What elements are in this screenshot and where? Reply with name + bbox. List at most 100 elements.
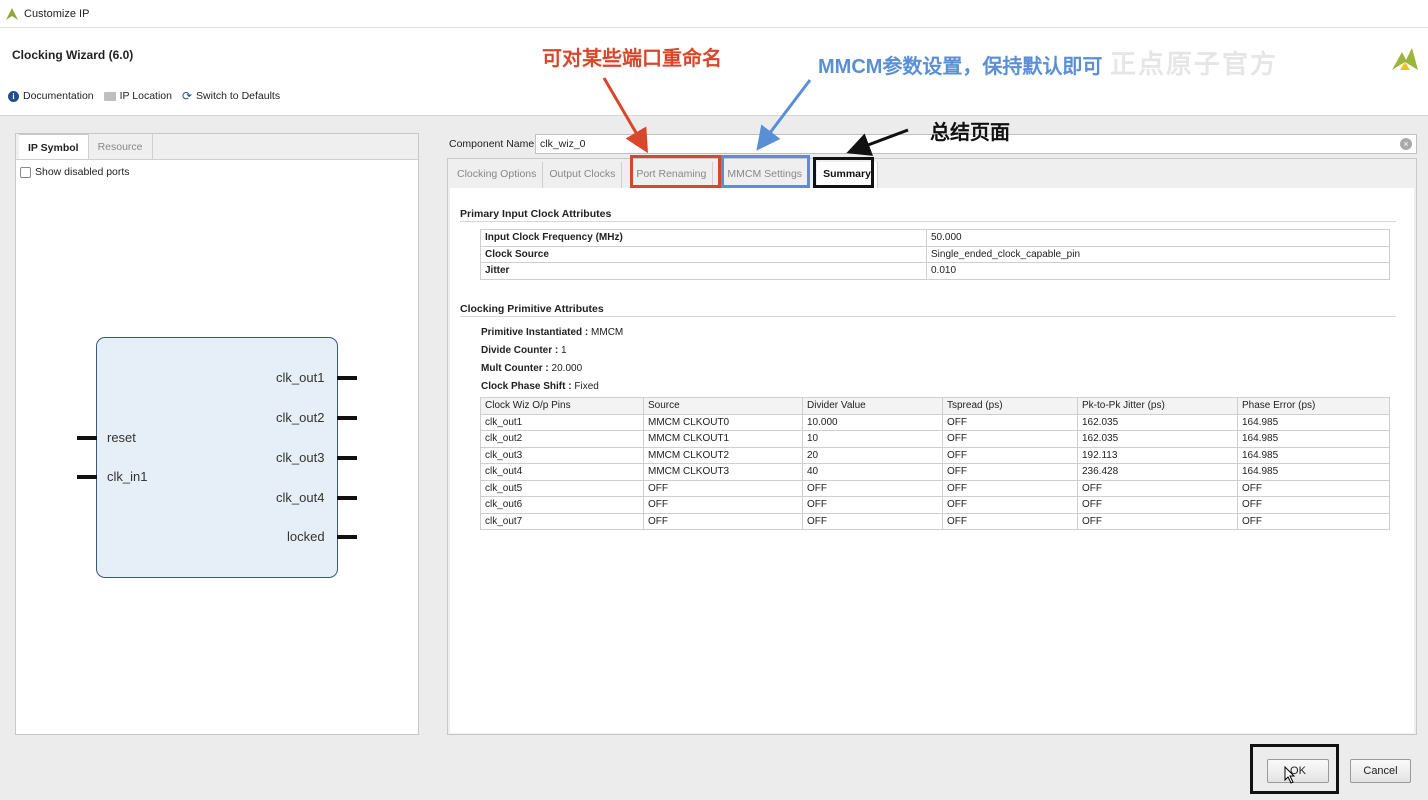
table-cell: OFF: [942, 496, 1078, 514]
table-cell: OFF: [802, 512, 943, 530]
tab-output-clocks[interactable]: Output Clocks: [543, 162, 623, 188]
switch-to-defaults-button[interactable]: ⟳ Switch to Defaults: [182, 90, 280, 102]
highlight-ok-button: [1250, 744, 1339, 794]
port-clk-out1: clk_out1: [276, 370, 325, 385]
divide-counter: Divide Counter : 1: [481, 345, 567, 356]
primitive-title: Clocking Primitive Attributes: [460, 303, 604, 315]
primitive-value: MMCM: [591, 327, 624, 338]
port-clk-in1: clk_in1: [107, 469, 148, 484]
table-cell: OFF: [942, 463, 1078, 481]
tab-ip-symbol[interactable]: IP Symbol: [19, 134, 89, 159]
clk-out2-pin: [337, 416, 357, 420]
port-clk-out3: clk_out3: [276, 450, 325, 465]
summary-content: Primary Input Clock Attributes Input Clo…: [450, 188, 1414, 733]
table-cell: clk_out3: [480, 446, 644, 464]
table-cell: MMCM CLKOUT1: [643, 430, 803, 448]
table-cell: OFF: [1077, 496, 1238, 514]
column-header: Tspread (ps): [942, 397, 1078, 415]
highlight-summary: [813, 157, 874, 188]
column-header: Clock Wiz O/p Pins: [480, 397, 644, 415]
table-cell: clk_out6: [480, 496, 644, 514]
table-cell: MMCM CLKOUT2: [643, 446, 803, 464]
column-header: Source: [643, 397, 803, 415]
port-locked: locked: [287, 529, 325, 544]
highlight-port-renaming: [630, 155, 721, 188]
table-cell: 164.985: [1237, 463, 1390, 481]
table-row: clk_out4 MMCM CLKOUT3 40 OFF 236.428 164.985: [480, 463, 1390, 481]
tab-resource[interactable]: Resource: [89, 134, 153, 159]
table-cell: 20: [802, 446, 943, 464]
table-cell: OFF: [942, 413, 1078, 431]
table-cell: OFF: [942, 446, 1078, 464]
config-panel: Clocking Options Output Clocks Port Rena…: [447, 158, 1417, 735]
table-row: clk_out2 MMCM CLKOUT1 10 OFF 162.035 164.985: [480, 430, 1390, 448]
column-header: Phase Error (ps): [1237, 397, 1390, 415]
attr-value: Single_ended_clock_capable_pin: [926, 245, 1390, 263]
table-row: clk_out6 OFF OFF OFF OFF OFF: [480, 496, 1390, 514]
config-tabs: Clocking Options Output Clocks Port Rena…: [448, 159, 1416, 188]
table-cell: clk_out7: [480, 512, 644, 530]
clk-out3-pin: [337, 456, 357, 460]
vivado-header-logo-icon: [1392, 48, 1418, 70]
table-cell: 164.985: [1237, 413, 1390, 431]
annotation-mmcm: MMCM参数设置，保持默认即可: [818, 56, 1103, 78]
table-cell: OFF: [942, 479, 1078, 497]
table-cell: clk_out4: [480, 463, 644, 481]
show-disabled-ports-toggle[interactable]: Show disabled ports: [20, 166, 130, 178]
table-cell: 162.035: [1077, 430, 1238, 448]
primary-input-title: Primary Input Clock Attributes: [460, 208, 612, 220]
clear-icon[interactable]: ×: [1400, 138, 1412, 150]
primitive-value: Fixed: [574, 381, 599, 392]
table-cell: OFF: [942, 430, 1078, 448]
table-cell: clk_out1: [480, 413, 644, 431]
section-divider: [460, 221, 1396, 222]
primitive-instantiated: Primitive Instantiated : MMCM: [481, 327, 623, 338]
table-row: Clock Source Single_ended_clock_capable_p…: [480, 245, 1390, 263]
port-reset: reset: [107, 430, 136, 445]
table-row: clk_out7 OFF OFF OFF OFF OFF: [480, 512, 1390, 530]
cancel-button[interactable]: Cancel: [1350, 759, 1411, 783]
table-row: clk_out5 OFF OFF OFF OFF OFF: [480, 479, 1390, 497]
table-cell: 164.985: [1237, 446, 1390, 464]
table-cell: 164.985: [1237, 430, 1390, 448]
ip-location-button[interactable]: IP Location: [103, 90, 172, 102]
column-header: Pk-to-Pk Jitter (ps): [1077, 397, 1238, 415]
table-cell: 162.035: [1077, 413, 1238, 431]
mult-counter: Mult Counter : 20.000: [481, 363, 582, 374]
refresh-icon: ⟳: [181, 89, 193, 103]
tab-clocking-options[interactable]: Clocking Options: [451, 162, 544, 188]
primitive-label: Divide Counter :: [481, 345, 559, 356]
dialog-footer: [0, 740, 1428, 800]
section-divider: [460, 316, 1396, 317]
watermark: 正点原子官方: [1109, 49, 1278, 79]
switch-to-defaults-label: Switch to Defaults: [196, 90, 281, 102]
table-row: Input Clock Frequency (MHz) 50.000: [480, 229, 1390, 247]
show-disabled-ports-label: Show disabled ports: [35, 166, 130, 178]
primitive-label: Clock Phase Shift :: [481, 381, 572, 392]
table-cell: OFF: [802, 479, 943, 497]
table-cell: OFF: [1237, 496, 1390, 514]
documentation-label: Documentation: [23, 90, 94, 102]
table-cell: OFF: [643, 512, 803, 530]
window-title: Customize IP: [24, 7, 90, 20]
clk-out4-pin: [337, 496, 357, 500]
vivado-logo-icon: [6, 7, 18, 20]
locked-pin: [337, 535, 357, 539]
show-disabled-ports-checkbox[interactable]: [20, 166, 31, 178]
documentation-button[interactable]: i Documentation: [8, 90, 94, 102]
table-cell: OFF: [1237, 512, 1390, 530]
table-cell: OFF: [643, 479, 803, 497]
table-cell: OFF: [1077, 479, 1238, 497]
table-cell: clk_out2: [480, 430, 644, 448]
annotation-summary: 总结页面: [930, 122, 1010, 144]
attr-value: 0.010: [926, 262, 1390, 280]
table-cell: 192.113: [1077, 446, 1238, 464]
clk-out1-pin: [337, 376, 357, 380]
table-row: clk_out1 MMCM CLKOUT0 10.000 OFF 162.035 164.…: [480, 413, 1390, 431]
window-titlebar: Customize IP: [0, 0, 1428, 28]
ip-location-label: IP Location: [119, 90, 172, 102]
attr-value: 50.000: [926, 229, 1390, 247]
wizard-title: Clocking Wizard (6.0): [12, 48, 134, 62]
table-cell: MMCM CLKOUT0: [643, 413, 803, 431]
attr-name: Input Clock Frequency (MHz): [480, 229, 927, 247]
